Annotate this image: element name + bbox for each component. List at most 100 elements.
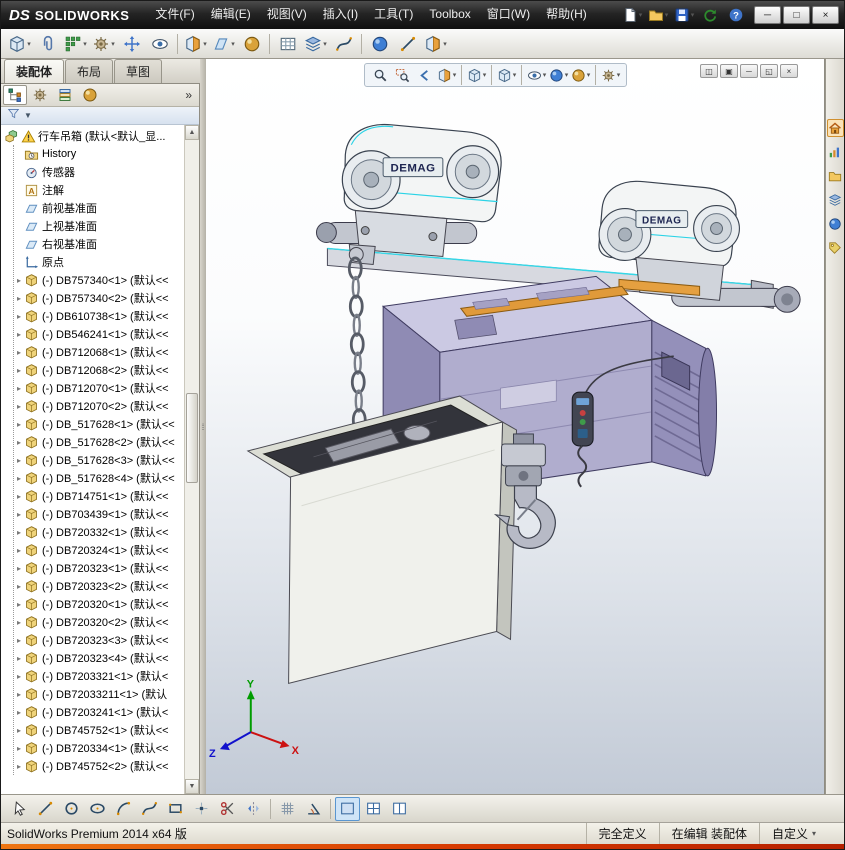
property-manager-icon[interactable] [28,85,52,105]
tree-item-annotations[interactable]: A 注解 [14,181,184,199]
expand-arrow-icon[interactable]: ▸ [14,510,24,519]
hide-show-items-icon[interactable]: ▾ [526,66,547,84]
measure-icon[interactable] [394,31,421,57]
tab-layout[interactable]: 布局 [65,59,114,83]
expand-arrow-icon[interactable]: ▸ [14,294,24,303]
tree-item-part[interactable]: ▸ (-) DB7203241<1> (默认< [14,703,184,721]
tree-item-part[interactable]: ▸ (-) DB712070<1> (默认<< [14,379,184,397]
menu-file[interactable]: 文件(F) [147,1,202,29]
tree-item-part[interactable]: ▸ (-) DB720320<2> (默认<< [14,613,184,631]
angle-snap-icon[interactable] [301,797,326,821]
tab-assembly[interactable]: 装配体 [4,59,65,83]
filter-dropdown-arrow[interactable]: ▼ [24,111,32,120]
move-component-icon[interactable] [118,31,145,57]
point-icon[interactable] [189,797,214,821]
interference-detection-icon[interactable] [366,31,393,57]
expand-arrow-icon[interactable]: ▸ [14,672,24,681]
section-view-icon[interactable]: ▾ [436,66,457,84]
expand-arrow-icon[interactable]: ▸ [14,636,24,645]
tree-item-plane[interactable]: 前视基准面 [14,199,184,217]
expand-arrow-icon[interactable]: ▸ [14,276,24,285]
feature-manager-tree-icon[interactable] [3,85,27,105]
tree-item-part[interactable]: ▸ (-) DB720323<3> (默认<< [14,631,184,649]
view-settings-icon[interactable]: ▾ [600,66,621,84]
minimize-document-button[interactable]: ─ [740,64,758,78]
expand-arrow-icon[interactable]: ▸ [14,654,24,663]
tree-item-part[interactable]: ▸ (-) DB712068<1> (默认<< [14,343,184,361]
custom-properties-icon[interactable] [827,239,844,257]
tree-item-part[interactable]: ▸ (-) DB720324<1> (默认<< [14,541,184,559]
tree-item-origin[interactable]: 原点 [14,253,184,271]
tree-item-part[interactable]: ▸ (-) DB712068<2> (默认<< [14,361,184,379]
close-document-button[interactable]: × [780,64,798,78]
model-chain[interactable] [347,246,367,451]
expand-arrow-icon[interactable]: ▸ [14,564,24,573]
edit-appearance-icon[interactable]: ▾ [548,66,569,84]
menu-edit[interactable]: 编辑(E) [203,1,259,29]
scroll-thumb[interactable] [186,392,198,483]
expand-arrow-icon[interactable]: ▸ [14,330,24,339]
configuration-manager-icon[interactable] [53,85,77,105]
home-icon[interactable] [826,119,844,137]
tree-item-part[interactable]: ▸ (-) DB720323<2> (默认<< [14,577,184,595]
tree-item-part[interactable]: ▸ (-) DB712070<2> (默认<< [14,397,184,415]
expand-arrow-icon[interactable]: ▸ [14,366,24,375]
expand-arrow-icon[interactable]: ▸ [14,420,24,429]
corner-rectangle-icon[interactable] [163,797,188,821]
menu-toolbox[interactable]: Toolbox [421,1,478,29]
expand-arrow-icon[interactable]: ▸ [14,618,24,627]
display-manager-icon[interactable] [78,85,102,105]
tree-item-part[interactable]: ▸ (-) DB745752<1> (默认<< [14,721,184,739]
minimize-button[interactable]: ─ [754,6,781,24]
model-motor[interactable] [651,319,718,477]
tab-sketch[interactable]: 草图 [114,59,163,83]
tree-item-part[interactable]: ▸ (-) DB_517628<2> (默认<< [14,433,184,451]
expand-arrow-icon[interactable]: ▸ [14,708,24,717]
tree-item-part[interactable]: ▸ (-) DB757340<2> (默认<< [14,289,184,307]
graphics-area[interactable]: DEMAG DEMAG Y X Z ▾ ▾ ▾ ▾ ▾ ▾ ▾ ◫ ▣ ─ ◱ … [206,59,825,794]
model-trolley-left[interactable]: DEMAG [315,123,502,265]
save-icon[interactable]: ▾ [672,5,696,25]
apply-scene-icon[interactable]: ▾ [570,66,591,84]
open-document-icon[interactable]: ▾ [646,5,670,25]
two-viewport-icon[interactable] [387,797,412,821]
mirror-entities-icon[interactable] [241,797,266,821]
tree-item-part[interactable]: ▸ (-) DB720334<1> (默认<< [14,739,184,757]
model-load-box[interactable] [246,395,517,684]
restore-document-button[interactable]: ◱ [760,64,778,78]
tree-item-part[interactable]: ▸ (-) DB610738<1> (默认<< [14,307,184,325]
tree-item-part[interactable]: ▸ (-) DB720332<1> (默认<< [14,523,184,541]
expand-arrow-icon[interactable]: ▸ [14,348,24,357]
model-3d-view[interactable]: DEMAG DEMAG Y X Z [206,59,824,794]
appearances-scenes-icon[interactable] [827,215,844,233]
select-icon[interactable] [7,797,32,821]
expand-arrow-icon[interactable]: ▸ [14,384,24,393]
new-document-icon[interactable]: ▾ [620,5,644,25]
zoom-fit-icon[interactable] [370,66,391,84]
explode-line-sketch-icon[interactable] [330,31,357,57]
expand-arrow-icon[interactable]: ▸ [14,762,24,771]
tree-item-part[interactable]: ▸ (-) DB720320<1> (默认<< [14,595,184,613]
zoom-area-icon[interactable] [392,66,413,84]
expand-arrow-icon[interactable]: ▸ [14,600,24,609]
expand-arrow-icon[interactable]: ▸ [14,726,24,735]
expand-arrow-icon[interactable]: ▸ [14,528,24,537]
menu-view[interactable]: 视图(V) [259,1,315,29]
expand-arrow-icon[interactable]: ▸ [14,582,24,591]
design-library-icon[interactable] [827,143,844,161]
reference-geometry-icon[interactable]: ▾ [210,31,237,57]
arc-icon[interactable] [111,797,136,821]
tree-item-part[interactable]: ▸ (-) DB7203321<1> (默认< [14,667,184,685]
expand-arrow-icon[interactable]: ▸ [14,744,24,753]
assembly-features-icon[interactable]: ▾ [182,31,209,57]
tree-item-part[interactable]: ▸ (-) DB714751<1> (默认<< [14,487,184,505]
insert-component-icon[interactable]: ▾ [6,31,33,57]
panel-overflow-button[interactable]: » [180,88,197,102]
maximize-button[interactable]: □ [783,6,810,24]
expand-arrow-icon[interactable]: ▸ [14,402,24,411]
circle-icon[interactable] [59,797,84,821]
scroll-down-button[interactable]: ▼ [185,779,199,794]
tree-item-plane[interactable]: 右视基准面 [14,235,184,253]
tree-item-part[interactable]: ▸ (-) DB720323<4> (默认<< [14,649,184,667]
tree-item-part[interactable]: ▸ (-) DB703439<1> (默认<< [14,505,184,523]
